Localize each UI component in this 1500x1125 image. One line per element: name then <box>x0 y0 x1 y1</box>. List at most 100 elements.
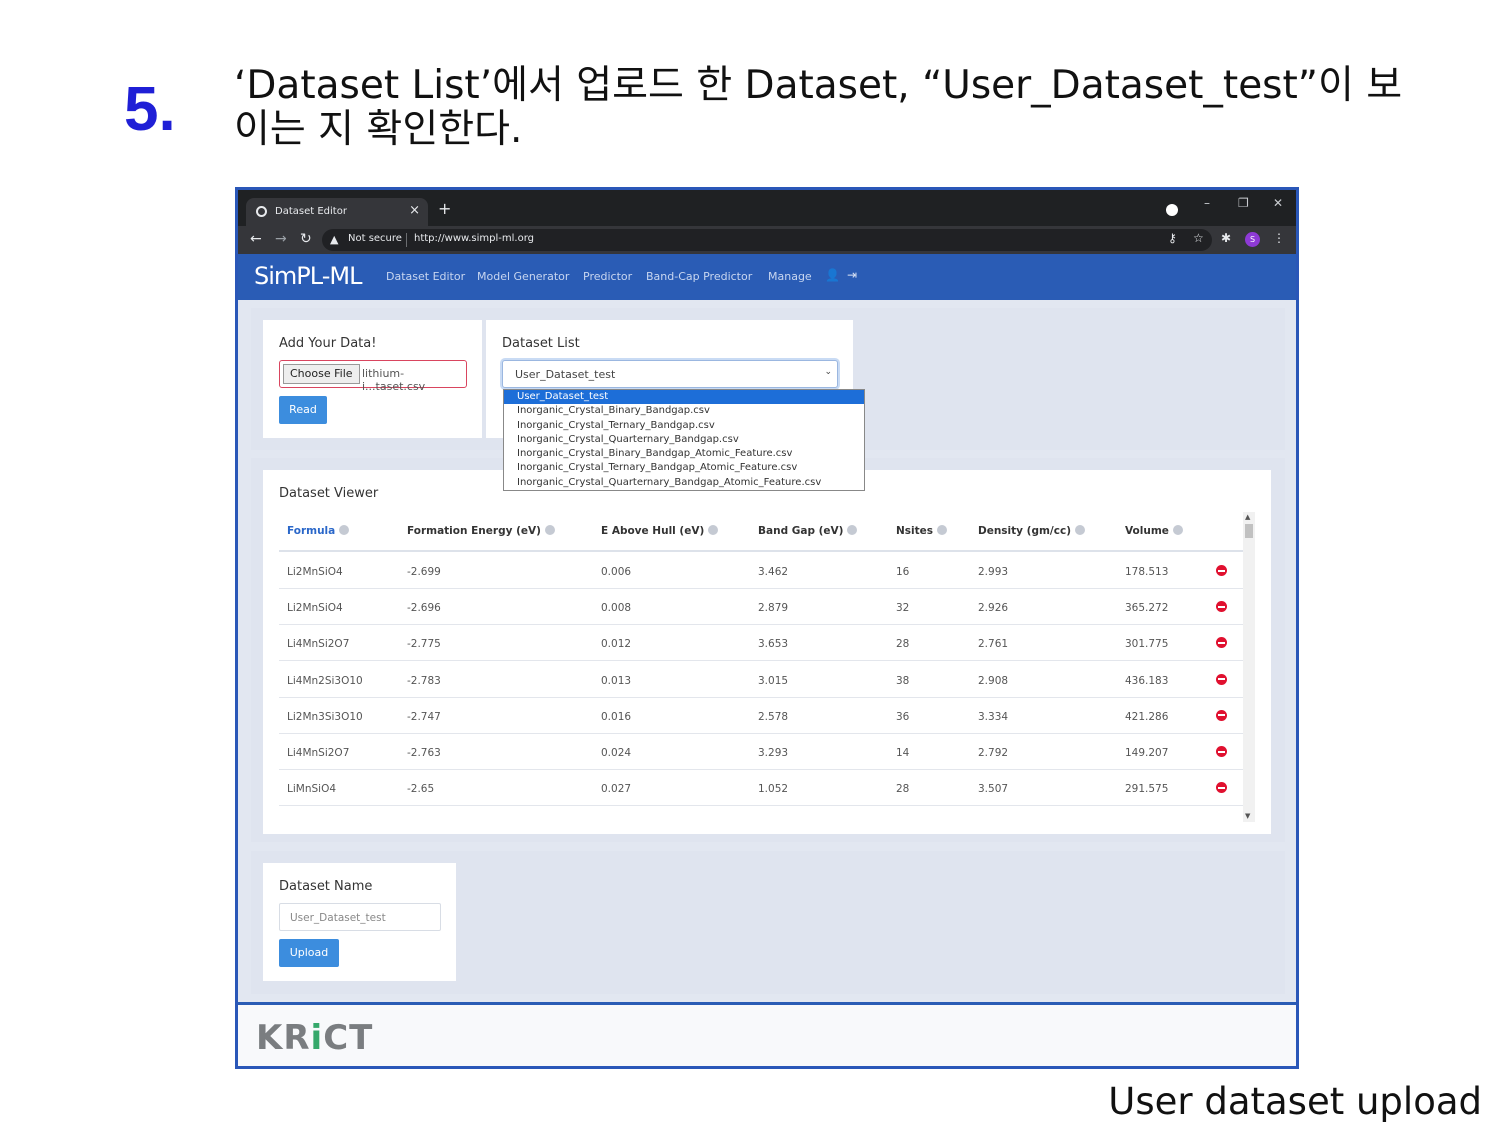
dropdown-option[interactable]: Inorganic_Crystal_Ternary_Bandgap.csv <box>504 419 864 433</box>
table-cell: 1.052 <box>758 783 789 796</box>
close-tab-icon[interactable]: × <box>409 203 420 218</box>
table-cell: 2.578 <box>758 710 789 723</box>
dataset-name-card: Dataset Name User_Dataset_test Upload <box>263 863 456 981</box>
scroll-thumb[interactable] <box>1245 524 1253 538</box>
dropdown-option[interactable]: Inorganic_Crystal_Binary_Bandgap.csv <box>504 404 864 418</box>
column-header[interactable]: E Above Hull (eV) <box>601 525 719 537</box>
profile-avatar[interactable]: S <box>1245 232 1260 247</box>
file-input[interactable]: Choose File lithium-i...taset.csv <box>279 360 467 393</box>
tab-strip: Dataset Editor × + – ❐ ✕ <box>238 190 1296 226</box>
table-cell: Li2MnSiO4 <box>287 566 343 578</box>
close-window-button[interactable]: ✕ <box>1273 196 1283 210</box>
delete-row-icon[interactable] <box>1216 673 1227 685</box>
dropdown-option[interactable]: Inorganic_Crystal_Binary_Bandgap_Atomic_… <box>504 447 864 461</box>
nav-manage[interactable]: Manage <box>768 270 812 283</box>
delete-row-icon[interactable] <box>1216 782 1227 794</box>
column-header[interactable]: Density (gm/cc) <box>978 525 1086 537</box>
logout-icon[interactable]: ⇥ <box>847 268 857 282</box>
nav-dataset-editor[interactable]: Dataset Editor <box>386 270 465 283</box>
maximize-button[interactable]: ❐ <box>1238 196 1249 210</box>
user-icon[interactable]: 👤 <box>825 268 840 282</box>
brand-logo[interactable]: SimPL-ML <box>254 262 362 290</box>
nav-predictor[interactable]: Predictor <box>583 270 632 283</box>
table-cell: -2.699 <box>407 566 441 578</box>
sort-icon <box>708 525 719 535</box>
table-cell: -2.775 <box>407 638 441 651</box>
profile-indicator-icon[interactable] <box>1166 204 1178 216</box>
dataset-select-value: User_Dataset_test <box>515 368 616 381</box>
table-cell: 0.008 <box>601 602 632 615</box>
step-number: 5. <box>124 75 176 144</box>
scroll-up-icon[interactable]: ▲ <box>1245 513 1250 521</box>
table-cell: Li4MnSi2O7 <box>287 747 350 759</box>
scroll-down-icon[interactable]: ▼ <box>1245 812 1250 820</box>
back-icon[interactable]: ← <box>250 231 262 247</box>
column-header[interactable]: Band Gap (eV) <box>758 525 858 537</box>
add-data-card: Add Your Data! Choose File lithium-i...t… <box>263 320 482 438</box>
table-cell: 2.879 <box>758 602 789 615</box>
delete-row-icon[interactable] <box>1216 709 1227 721</box>
extensions-icon[interactable]: ✱ <box>1221 231 1231 245</box>
table-cell: 0.006 <box>601 566 632 578</box>
dropdown-option[interactable]: Inorganic_Crystal_Quarternary_Bandgap_At… <box>504 476 864 490</box>
dropdown-option[interactable]: Inorganic_Crystal_Quarternary_Bandgap.cs… <box>504 433 864 447</box>
menu-icon[interactable]: ⋮ <box>1273 231 1285 245</box>
dataset-table: Formula Formation Energy (eV) E Above Hu… <box>279 512 1259 822</box>
dataset-select[interactable]: User_Dataset_test ⌄ <box>502 360 838 388</box>
table-cell: LiMnSiO4 <box>287 783 337 796</box>
table-cell: 149.207 <box>1125 747 1169 759</box>
table-cell: 3.015 <box>758 674 789 687</box>
dataset-dropdown[interactable]: User_Dataset_test Inorganic_Crystal_Bina… <box>503 389 865 492</box>
security-label: Not secure <box>348 233 402 244</box>
add-data-title: Add Your Data! <box>279 336 377 351</box>
dropdown-option[interactable]: User_Dataset_test <box>504 390 864 405</box>
reload-icon[interactable]: ↻ <box>300 231 312 247</box>
upload-button[interactable]: Upload <box>279 939 339 967</box>
delete-row-icon[interactable] <box>1216 565 1227 576</box>
name-section: Dataset Name User_Dataset_test Upload <box>251 851 1285 994</box>
table-cell: 28 <box>896 783 910 796</box>
column-header[interactable]: Volume <box>1125 525 1183 537</box>
column-header[interactable]: Formation Energy (eV) <box>407 525 555 537</box>
column-header[interactable]: Formula <box>287 525 350 537</box>
dataset-viewer-title: Dataset Viewer <box>279 486 379 501</box>
delete-row-icon[interactable] <box>1216 746 1227 757</box>
column-header[interactable]: Nsites <box>896 525 948 537</box>
table-header: Formula Formation Energy (eV) E Above Hu… <box>279 512 1243 552</box>
dataset-name-input[interactable]: User_Dataset_test <box>279 903 441 931</box>
nav-band-cap-predictor[interactable]: Band-Cap Predictor <box>646 270 752 283</box>
table-row: Li4Mn2Si3O10 -2.783 0.013 3.015 38 2.908 436.1… <box>279 662 1243 698</box>
table-cell: 0.016 <box>601 710 632 723</box>
sort-icon <box>1172 525 1183 535</box>
read-button[interactable]: Read <box>279 396 327 424</box>
table-row: Li4MnSi2O7 -2.775 0.012 3.653 28 2.761 301.775 <box>279 625 1243 662</box>
table-cell: 2.908 <box>978 674 1009 687</box>
table-cell: 3.653 <box>758 638 789 651</box>
delete-row-icon[interactable] <box>1216 637 1227 649</box>
table-row: Li2MnSiO4 -2.699 0.006 3.462 16 2.993 178.513 <box>279 553 1243 589</box>
table-cell: 301.775 <box>1125 638 1169 651</box>
table-row: LiMnSiO4 -2.65 0.027 1.052 28 3.507 291.575 <box>279 770 1243 807</box>
delete-row-icon[interactable] <box>1216 601 1227 613</box>
key-icon[interactable]: ⚷ <box>1168 231 1177 245</box>
minimize-button[interactable]: – <box>1204 196 1210 210</box>
dataset-list-title: Dataset List <box>502 336 580 351</box>
table-cell: 3.507 <box>978 783 1009 796</box>
dropdown-option[interactable]: Inorganic_Crystal_Ternary_Bandgap_Atomic… <box>504 461 864 475</box>
nav-model-generator[interactable]: Model Generator <box>477 270 569 283</box>
browser-tab[interactable]: Dataset Editor × <box>246 198 428 226</box>
sort-icon <box>847 525 858 535</box>
table-cell: Li2MnSiO4 <box>287 602 343 615</box>
table-scrollbar[interactable]: ▲ ▼ <box>1243 512 1255 822</box>
table-cell: Li4MnSi2O7 <box>287 638 350 651</box>
table-cell: 0.024 <box>601 747 632 759</box>
table-cell: 3.334 <box>978 710 1009 723</box>
table-cell: 28 <box>896 638 910 651</box>
table-cell: -2.783 <box>407 674 441 687</box>
star-icon[interactable]: ☆ <box>1193 231 1204 245</box>
forward-icon[interactable]: → <box>275 231 287 247</box>
table-cell: -2.65 <box>407 783 435 796</box>
new-tab-button[interactable]: + <box>438 199 451 218</box>
choose-file-button[interactable]: Choose File <box>283 364 360 384</box>
omnibox[interactable]: ▲ Not secure http://www.simpl-ml.org <box>322 229 1212 251</box>
